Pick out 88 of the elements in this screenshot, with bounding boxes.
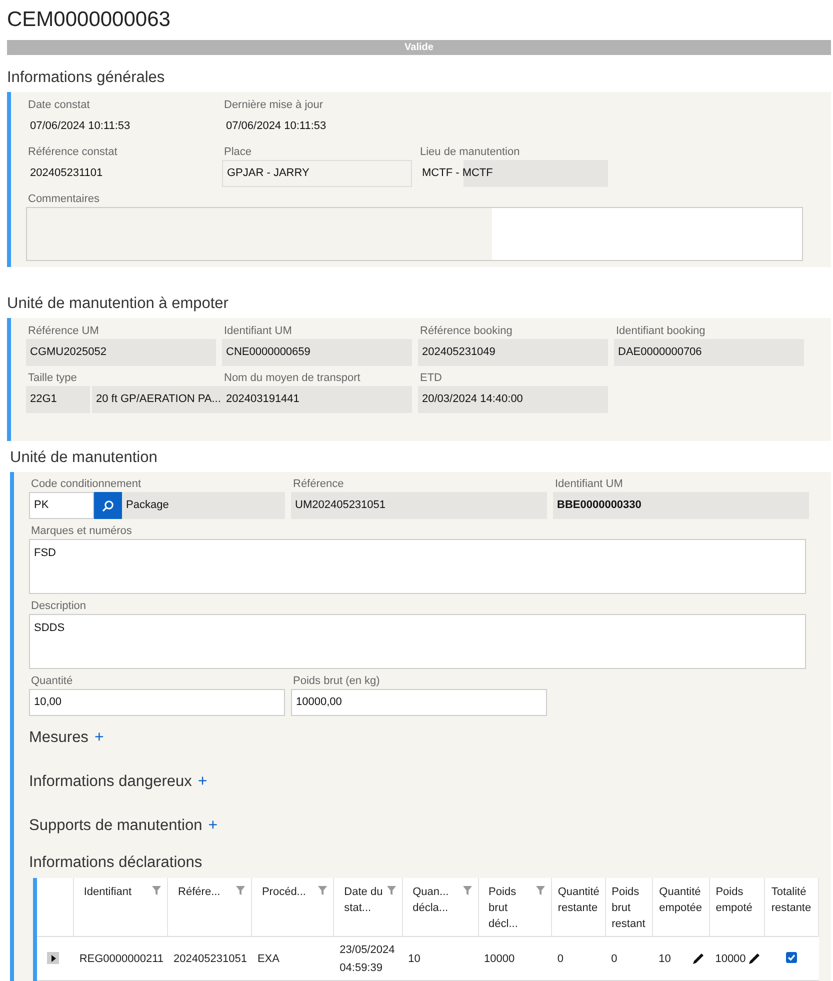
add-button[interactable]: + — [208, 817, 218, 835]
section-heading: Unité de manutention — [10, 449, 158, 467]
subsection-heading: Supports de manutention — [29, 817, 202, 835]
input-field[interactable]: 10,00 — [29, 689, 285, 716]
text-area[interactable] — [26, 207, 803, 261]
filter-icon[interactable] — [152, 886, 162, 895]
field-label: Référence UM — [27, 324, 100, 339]
table-cell-text: 0 — [556, 952, 564, 966]
table-cell-text: 10000 — [483, 952, 515, 966]
input-field: 202405231049 — [418, 339, 608, 366]
input-field: DAE0000000706 — [614, 339, 804, 366]
subsection-heading: Mesures — [29, 729, 88, 747]
expand-button[interactable] — [47, 952, 59, 964]
filter-icon[interactable] — [236, 886, 245, 895]
column-header[interactable]: Poids brut restant — [610, 884, 648, 932]
table-cell-text: REG0000000211 — [78, 952, 164, 966]
table-cell-text: EXA — [256, 952, 280, 966]
field-label: Nom du moyen de transport — [223, 371, 362, 386]
field-label: Marques et numéros — [30, 524, 133, 539]
field-label: ETD — [419, 371, 443, 386]
search-icon — [102, 500, 114, 512]
column-header[interactable]: Poids brut décl... — [482, 884, 547, 932]
section-heading: Informations générales — [7, 69, 166, 87]
table-cell-text: 202405231051 — [172, 952, 247, 966]
search-button[interactable] — [94, 492, 122, 519]
subsection-heading: Informations déclarations — [29, 854, 202, 872]
column-header[interactable]: Poids empoté — [714, 884, 760, 916]
field-value: 07/06/2024 10:11:53 — [225, 119, 328, 134]
input-field: 22G1 — [26, 386, 90, 413]
status-bar: Valide — [7, 40, 831, 55]
table-cell-text: 10 — [658, 952, 671, 966]
field-label: Description — [30, 599, 88, 614]
field-value: 07/06/2024 10:11:53 — [29, 119, 132, 134]
field-label: Quantité — [30, 674, 74, 689]
field-label: Code conditionnement — [30, 477, 142, 492]
field-label: Identifiant UM — [554, 477, 624, 492]
checkbox[interactable] — [786, 952, 798, 962]
page-title: CEM0000000063 — [7, 7, 172, 33]
table-cell-text: 23/05/2024 04:59:39 — [338, 942, 396, 976]
column-header[interactable]: Totalité restante — [769, 884, 814, 916]
table-cell-text: 0 — [610, 952, 618, 966]
checkmark-icon — [787, 952, 796, 962]
section-heading: Unité de manutention à empoter — [7, 295, 230, 313]
input-field: GPJAR - JARRY — [222, 160, 412, 187]
column-header[interactable]: Quan... décla... — [406, 884, 474, 916]
input-field: 20/03/2024 14:40:00 — [418, 386, 608, 413]
field-label: Commentaires — [27, 192, 101, 207]
filter-icon[interactable] — [462, 886, 472, 895]
field-label: Identifiant UM — [223, 324, 293, 339]
field-label: Référence constat — [27, 145, 118, 160]
column-header[interactable]: Procéd... — [256, 884, 330, 900]
column-header[interactable]: Référe... — [172, 884, 247, 900]
pencil-icon[interactable] — [748, 952, 761, 965]
add-button[interactable]: + — [94, 729, 104, 747]
filter-icon[interactable] — [318, 886, 328, 895]
field-label: Référence booking — [419, 324, 514, 339]
field-label: Place — [223, 145, 253, 160]
filter-icon[interactable] — [386, 886, 396, 895]
text-area[interactable]: FSD — [29, 539, 806, 594]
filter-icon[interactable] — [536, 886, 545, 895]
table-cell-text: 10000 — [714, 952, 746, 966]
field-label: Lieu de manutention — [419, 145, 521, 160]
table-cell-text: 10 — [407, 952, 420, 966]
column-header[interactable]: Quantité restante — [556, 884, 601, 916]
input-field: Package — [122, 492, 285, 519]
input-field: CGMU2025052 — [26, 339, 216, 366]
input-field: BBE0000000330 — [553, 492, 809, 519]
field-label: Référence — [292, 477, 345, 492]
input-field[interactable]: PK — [29, 492, 94, 519]
input-field: 20 ft GP/AERATION PA... — [92, 386, 225, 413]
column-header[interactable]: Date du stat... — [338, 884, 398, 916]
input-field[interactable]: 10000,00 — [291, 689, 547, 716]
input-field: CNE0000000659 — [222, 339, 412, 366]
pencil-icon[interactable] — [692, 952, 706, 965]
add-button[interactable]: + — [198, 773, 208, 791]
field-label: Date constat — [27, 98, 91, 113]
field-value: 202405231101 — [29, 166, 104, 181]
field-label: Identifiant booking — [615, 324, 706, 339]
input-field: UM202405231051 — [291, 492, 547, 519]
column-header[interactable]: Identifiant — [78, 884, 164, 900]
field-label: Dernière mise à jour — [223, 98, 324, 113]
column-header[interactable]: Quantité empotée — [657, 884, 705, 916]
input-field: 202403191441 — [222, 386, 412, 413]
field-label: Taille type — [27, 371, 78, 386]
subsection-heading: Informations dangereux — [29, 773, 192, 791]
text-area[interactable]: SDDS — [29, 614, 806, 669]
field-label: Poids brut (en kg) — [292, 674, 381, 689]
caret-icon — [50, 954, 56, 962]
